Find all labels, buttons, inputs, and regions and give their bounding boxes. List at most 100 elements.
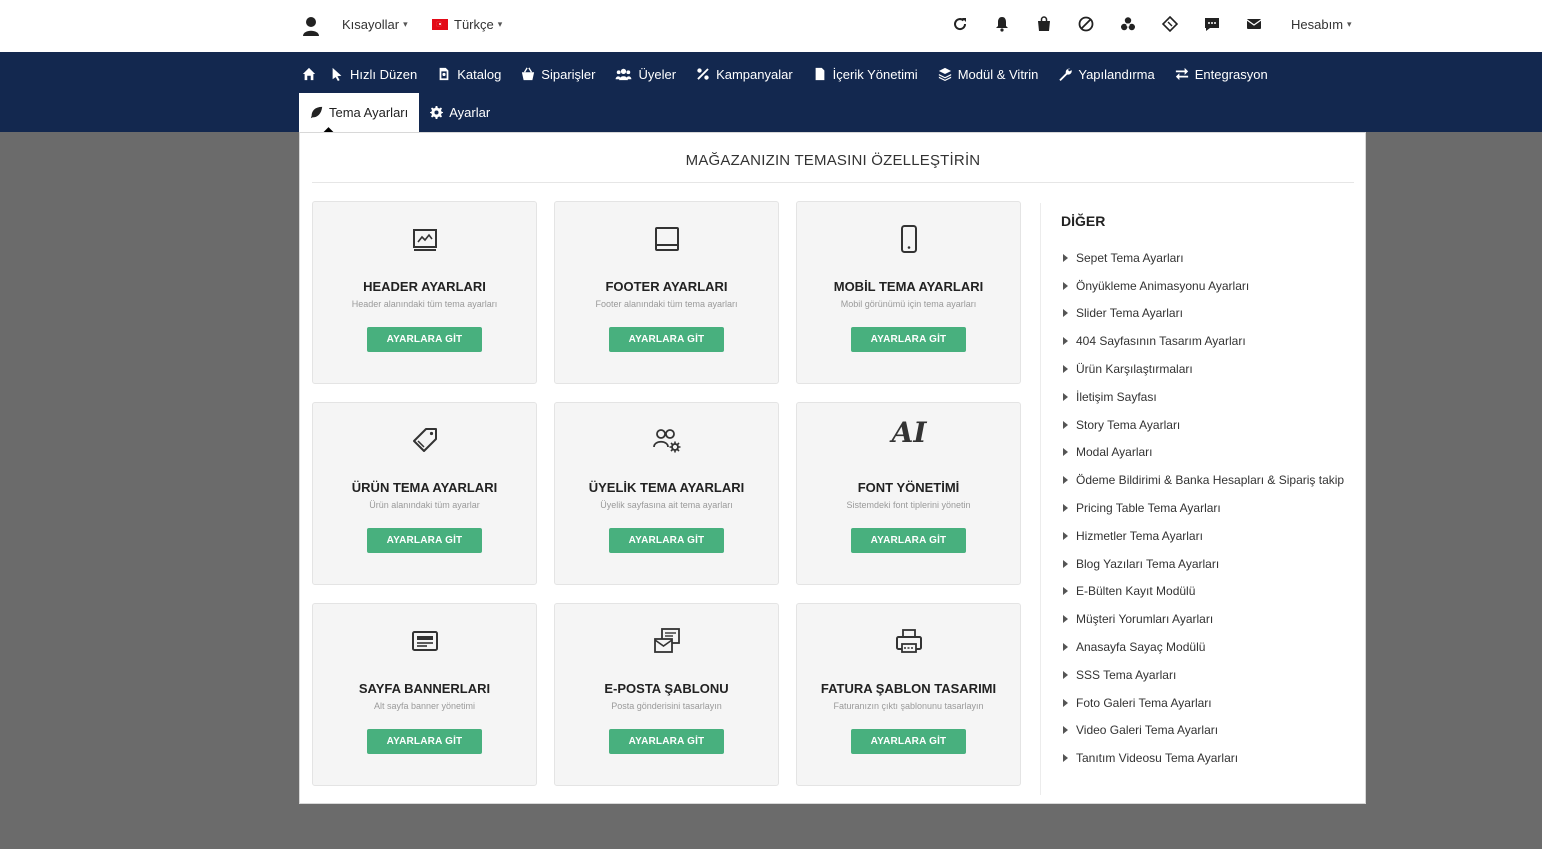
- go-to-settings-button[interactable]: AYARLARA GİT: [609, 327, 724, 352]
- sidebar-item[interactable]: Tanıtım Videosu Tema Ayarları: [1063, 744, 1344, 772]
- go-to-settings-button[interactable]: AYARLARA GİT: [609, 528, 724, 553]
- sidebar-item[interactable]: Slider Tema Ayarları: [1063, 300, 1344, 328]
- nav-orders[interactable]: Siparişler: [521, 67, 595, 82]
- bell-icon[interactable]: [993, 15, 1011, 33]
- sidebar-item[interactable]: 404 Sayfasının Tasarım Ayarları: [1063, 327, 1344, 355]
- nav-modules[interactable]: Modül & Vitrin: [938, 66, 1039, 82]
- sidebar-item[interactable]: Sepet Tema Ayarları: [1063, 244, 1344, 272]
- email-template-icon: [652, 626, 682, 656]
- chevron-down-icon: ▾: [403, 19, 408, 29]
- nav-label: Modül & Vitrin: [957, 66, 1039, 82]
- card-title: FONT YÖNETİMİ: [857, 480, 960, 495]
- mobile-icon: [894, 224, 924, 254]
- card-description: Üyelik sayfasına ait tema ayarları: [600, 500, 733, 510]
- tab-settings[interactable]: Ayarlar: [419, 93, 501, 132]
- go-to-settings-button[interactable]: AYARLARA GİT: [851, 729, 966, 754]
- nav-home[interactable]: [302, 67, 316, 81]
- nav-content-management[interactable]: İçerik Yönetimi: [813, 67, 918, 82]
- sidebar-item[interactable]: Pricing Table Tema Ayarları: [1063, 494, 1344, 522]
- nav-catalog[interactable]: Katalog: [437, 67, 501, 82]
- language-label: Türkçe: [454, 17, 494, 32]
- theme-settings-panel: MAĞAZANIZIN TEMASINI ÖZELLEŞTİRİN HEADER…: [299, 132, 1366, 804]
- sidebar-list: Sepet Tema Ayarları Önyükleme Animasyonu…: [1063, 244, 1344, 772]
- card-description: Mobil görünümü için tema ayarları: [840, 299, 977, 309]
- sidebar-item[interactable]: SSS Tema Ayarları: [1063, 661, 1344, 689]
- sidebar-item[interactable]: E-Bülten Kayıt Modülü: [1063, 578, 1344, 606]
- printer-icon: [894, 626, 924, 656]
- card-page-banners: SAYFA BANNERLARI Alt sayfa banner yöneti…: [312, 603, 537, 786]
- ban-icon[interactable]: [1077, 15, 1095, 33]
- recycle-icon[interactable]: [1119, 15, 1137, 33]
- envelope-icon[interactable]: [1245, 15, 1263, 33]
- tab-theme-settings[interactable]: Tema Ayarları: [299, 93, 420, 132]
- sidebar-item-label: Tanıtım Videosu Tema Ayarları: [1076, 751, 1239, 766]
- nav-integration[interactable]: Entegrasyon: [1175, 67, 1268, 82]
- go-to-settings-button[interactable]: AYARLARA GİT: [609, 729, 724, 754]
- refresh-icon[interactable]: [951, 15, 969, 33]
- card-footer-settings: FOOTER AYARLARI Footer alanındaki tüm te…: [554, 201, 779, 384]
- sidebar-item[interactable]: Anasayfa Sayaç Modülü: [1063, 633, 1344, 661]
- card-description: Ürün alanındaki tüm ayarlar: [369, 500, 480, 510]
- chat-icon[interactable]: [1203, 15, 1221, 33]
- go-to-settings-button[interactable]: AYARLARA GİT: [367, 528, 482, 553]
- nav-quick-edit[interactable]: Hızlı Düzen: [330, 67, 417, 82]
- card-email-template: E-POSTA ŞABLONU Posta gönderisini tasarl…: [554, 603, 779, 786]
- sidebar-item[interactable]: Ürün Karşılaştırmaları: [1063, 355, 1344, 383]
- card-mobile-theme-settings: MOBİL TEMA AYARLARI Mobil görünümü için …: [796, 201, 1021, 384]
- sidebar-item-label: Önyükleme Animasyonu Ayarları: [1076, 278, 1250, 293]
- nav-campaigns[interactable]: Kampanyalar: [696, 67, 793, 82]
- card-title: HEADER AYARLARI: [363, 279, 486, 294]
- caret-right-icon: [1063, 643, 1068, 652]
- account-dropdown[interactable]: Hesabım ▾: [1291, 17, 1352, 32]
- sidebar-item[interactable]: Blog Yazıları Tema Ayarları: [1063, 550, 1344, 578]
- ticket-icon[interactable]: [1161, 15, 1179, 33]
- sidebar-item[interactable]: Video Galeri Tema Ayarları: [1063, 717, 1344, 745]
- tag-icon: [410, 425, 440, 455]
- nav-members[interactable]: Üyeler: [615, 67, 676, 82]
- caret-right-icon: [1063, 754, 1068, 763]
- sidebar-item-label: Modal Ayarları: [1076, 445, 1153, 460]
- sidebar-item-label: Sepet Tema Ayarları: [1076, 250, 1184, 265]
- caret-right-icon: [1063, 670, 1068, 679]
- caret-right-icon: [1063, 559, 1068, 568]
- go-to-settings-button[interactable]: AYARLARA GİT: [367, 729, 482, 754]
- user-icon[interactable]: [302, 16, 320, 36]
- sidebar-item-label: E-Bülten Kayıt Modülü: [1076, 584, 1196, 599]
- go-to-settings-button[interactable]: AYARLARA GİT: [851, 528, 966, 553]
- tab-label: Ayarlar: [449, 105, 491, 120]
- sidebar-item[interactable]: Önyükleme Animasyonu Ayarları: [1063, 272, 1344, 300]
- nav-configuration[interactable]: Yapılandırma: [1058, 67, 1155, 82]
- shortcuts-dropdown[interactable]: Kısayollar ▾: [342, 17, 408, 32]
- sidebar-item[interactable]: Ödeme Bildirimi & Banka Hesapları & Sipa…: [1063, 466, 1344, 494]
- sidebar-item-label: SSS Tema Ayarları: [1076, 667, 1177, 682]
- card-product-theme-settings: ÜRÜN TEMA AYARLARI Ürün alanındaki tüm a…: [312, 402, 537, 585]
- card-description: Posta gönderisini tasarlayın: [611, 701, 722, 711]
- caret-right-icon: [1063, 698, 1068, 707]
- card-description: Alt sayfa banner yönetimi: [373, 701, 476, 711]
- sidebar-item-label: Story Tema Ayarları: [1076, 417, 1181, 432]
- nav-label: Siparişler: [541, 66, 596, 82]
- shopping-bag-icon[interactable]: [1035, 15, 1053, 33]
- card-invoice-template-design: FATURA ŞABLON TASARIMI Faturanızın çıktı…: [796, 603, 1021, 786]
- users-gear-icon: [652, 425, 682, 455]
- sidebar-item[interactable]: Story Tema Ayarları: [1063, 411, 1344, 439]
- sidebar-item[interactable]: Müşteri Yorumları Ayarları: [1063, 605, 1344, 633]
- chevron-down-icon: ▾: [1347, 19, 1352, 29]
- top-bar: Kısayollar ▾ Türkçe ▾ Hesabım ▾: [0, 0, 1542, 52]
- sidebar-item[interactable]: İletişim Sayfası: [1063, 383, 1344, 411]
- gear-icon: [430, 106, 444, 119]
- card-title: ÜYELİK TEMA AYARLARI: [588, 480, 745, 495]
- sidebar-item[interactable]: Hizmetler Tema Ayarları: [1063, 522, 1344, 550]
- file-icon: [815, 67, 825, 81]
- go-to-settings-button[interactable]: AYARLARA GİT: [851, 327, 966, 352]
- sidebar-item[interactable]: Foto Galeri Tema Ayarları: [1063, 689, 1344, 717]
- ai-font-icon: AI: [891, 415, 927, 449]
- nav-label: Üyeler: [638, 66, 677, 82]
- sidebar-item[interactable]: Modal Ayarları: [1063, 439, 1344, 467]
- header-icon: [410, 224, 440, 254]
- page-title: MAĞAZANIZIN TEMASINI ÖZELLEŞTİRİN: [312, 133, 1354, 183]
- card-font-management: AI FONT YÖNETİMİ Sistemdeki font tipleri…: [796, 402, 1021, 585]
- sidebar-item-label: 404 Sayfasının Tasarım Ayarları: [1076, 334, 1246, 349]
- language-dropdown[interactable]: Türkçe ▾: [432, 17, 502, 32]
- go-to-settings-button[interactable]: AYARLARA GİT: [367, 327, 482, 352]
